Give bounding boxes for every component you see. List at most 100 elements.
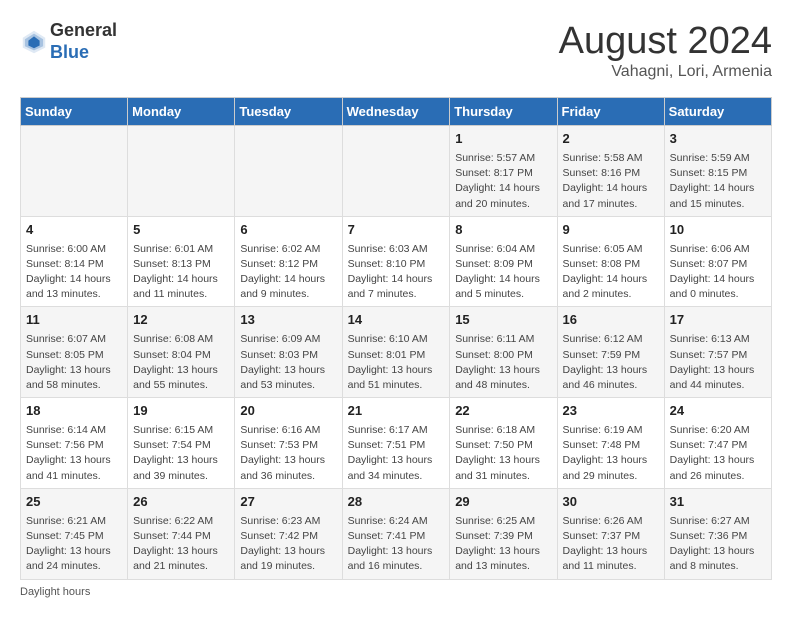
day-info: Sunrise: 6:18 AM Sunset: 7:50 PM Dayligh… — [455, 423, 551, 484]
day-info: Sunrise: 6:15 AM Sunset: 7:54 PM Dayligh… — [133, 423, 229, 484]
calendar-cell: 9 Sunrise: 6:05 AM Sunset: 8:08 PM Daylig… — [557, 216, 664, 307]
day-number: 2 — [563, 130, 659, 149]
calendar-week-row: 4 Sunrise: 6:00 AM Sunset: 8:14 PM Daylig… — [21, 216, 772, 307]
day-info: Sunrise: 6:10 AM Sunset: 8:01 PM Dayligh… — [348, 332, 445, 393]
calendar-day-header: Friday — [557, 98, 664, 126]
day-info: Sunrise: 6:24 AM Sunset: 7:41 PM Dayligh… — [348, 514, 445, 575]
calendar-cell: 21 Sunrise: 6:17 AM Sunset: 7:51 PM Dayli… — [342, 398, 450, 489]
day-info: Sunrise: 5:59 AM Sunset: 8:15 PM Dayligh… — [670, 151, 766, 212]
day-info: Sunrise: 6:00 AM Sunset: 8:14 PM Dayligh… — [26, 242, 122, 303]
day-info: Sunrise: 6:13 AM Sunset: 7:57 PM Dayligh… — [670, 332, 766, 393]
calendar-week-row: 1 Sunrise: 5:57 AM Sunset: 8:17 PM Daylig… — [21, 126, 772, 217]
day-number: 30 — [563, 493, 659, 512]
day-info: Sunrise: 6:02 AM Sunset: 8:12 PM Dayligh… — [240, 242, 336, 303]
calendar-cell: 2 Sunrise: 5:58 AM Sunset: 8:16 PM Daylig… — [557, 126, 664, 217]
calendar-cell — [21, 126, 128, 217]
title-block: August 2024 Vahagni, Lori, Armenia — [559, 20, 772, 81]
day-info: Sunrise: 6:16 AM Sunset: 7:53 PM Dayligh… — [240, 423, 336, 484]
day-info: Sunrise: 6:11 AM Sunset: 8:00 PM Dayligh… — [455, 332, 551, 393]
day-number: 15 — [455, 311, 551, 330]
calendar-cell: 20 Sunrise: 6:16 AM Sunset: 7:53 PM Dayli… — [235, 398, 342, 489]
day-info: Sunrise: 6:06 AM Sunset: 8:07 PM Dayligh… — [670, 242, 766, 303]
day-number: 18 — [26, 402, 122, 421]
day-number: 31 — [670, 493, 766, 512]
day-number: 22 — [455, 402, 551, 421]
calendar-cell: 12 Sunrise: 6:08 AM Sunset: 8:04 PM Dayli… — [128, 307, 235, 398]
day-number: 7 — [348, 221, 445, 240]
day-info: Sunrise: 6:05 AM Sunset: 8:08 PM Dayligh… — [563, 242, 659, 303]
calendar-cell: 23Sunrise: 6:19 AM Sunset: 7:48 PM Dayli… — [557, 398, 664, 489]
logo-text: General Blue — [50, 20, 117, 63]
day-info: Sunrise: 6:04 AM Sunset: 8:09 PM Dayligh… — [455, 242, 551, 303]
calendar-week-row: 25 Sunrise: 6:21 AM Sunset: 7:45 PM Dayli… — [21, 488, 772, 579]
month-year-title: August 2024 — [559, 20, 772, 63]
day-number: 21 — [348, 402, 445, 421]
calendar-cell: 7 Sunrise: 6:03 AM Sunset: 8:10 PM Daylig… — [342, 216, 450, 307]
calendar-cell: 14 Sunrise: 6:10 AM Sunset: 8:01 PM Dayli… — [342, 307, 450, 398]
calendar-cell — [342, 126, 450, 217]
calendar-table: SundayMondayTuesdayWednesdayThursdayFrid… — [20, 97, 772, 580]
logo-icon — [20, 28, 48, 56]
day-number: 27 — [240, 493, 336, 512]
calendar-cell: 19 Sunrise: 6:15 AM Sunset: 7:54 PM Dayli… — [128, 398, 235, 489]
calendar-week-row: 11 Sunrise: 6:07 AM Sunset: 8:05 PM Dayli… — [21, 307, 772, 398]
day-number: 6 — [240, 221, 336, 240]
calendar-week-row: 18 Sunrise: 6:14 AM Sunset: 7:56 PM Dayli… — [21, 398, 772, 489]
day-info: Sunrise: 6:08 AM Sunset: 8:04 PM Dayligh… — [133, 332, 229, 393]
day-number: 10 — [670, 221, 766, 240]
calendar-cell — [235, 126, 342, 217]
day-info: Sunrise: 6:17 AM Sunset: 7:51 PM Dayligh… — [348, 423, 445, 484]
calendar-cell: 25 Sunrise: 6:21 AM Sunset: 7:45 PM Dayli… — [21, 488, 128, 579]
calendar-cell: 1 Sunrise: 5:57 AM Sunset: 8:17 PM Daylig… — [450, 126, 557, 217]
day-info: Sunrise: 6:07 AM Sunset: 8:05 PM Dayligh… — [26, 332, 122, 393]
calendar-day-header: Monday — [128, 98, 235, 126]
day-info: Sunrise: 6:26 AM Sunset: 7:37 PM Dayligh… — [563, 514, 659, 575]
day-number: 1 — [455, 130, 551, 149]
page-header: General Blue August 2024 Vahagni, Lori, … — [20, 20, 772, 81]
day-number: 29 — [455, 493, 551, 512]
day-number: 25 — [26, 493, 122, 512]
calendar-cell: 18 Sunrise: 6:14 AM Sunset: 7:56 PM Dayli… — [21, 398, 128, 489]
day-info: Sunrise: 6:25 AM Sunset: 7:39 PM Dayligh… — [455, 514, 551, 575]
calendar-cell: 11 Sunrise: 6:07 AM Sunset: 8:05 PM Dayli… — [21, 307, 128, 398]
day-number: 16 — [563, 311, 659, 330]
day-info: Sunrise: 6:01 AM Sunset: 8:13 PM Dayligh… — [133, 242, 229, 303]
day-number: 4 — [26, 221, 122, 240]
location-subtitle: Vahagni, Lori, Armenia — [559, 63, 772, 81]
day-number: 5 — [133, 221, 229, 240]
day-info: Sunrise: 6:19 AM Sunset: 7:48 PM Dayligh… — [563, 423, 659, 484]
day-number: 14 — [348, 311, 445, 330]
day-number: 11 — [26, 311, 122, 330]
calendar-cell: 8 Sunrise: 6:04 AM Sunset: 8:09 PM Daylig… — [450, 216, 557, 307]
day-info: Sunrise: 6:20 AM Sunset: 7:47 PM Dayligh… — [670, 423, 766, 484]
calendar-cell: 15 Sunrise: 6:11 AM Sunset: 8:00 PM Dayli… — [450, 307, 557, 398]
calendar-cell: 10 Sunrise: 6:06 AM Sunset: 8:07 PM Dayli… — [664, 216, 771, 307]
calendar-cell: 22 Sunrise: 6:18 AM Sunset: 7:50 PM Dayli… — [450, 398, 557, 489]
day-number: 26 — [133, 493, 229, 512]
day-number: 20 — [240, 402, 336, 421]
day-info: Sunrise: 6:14 AM Sunset: 7:56 PM Dayligh… — [26, 423, 122, 484]
day-info: Sunrise: 6:09 AM Sunset: 8:03 PM Dayligh… — [240, 332, 336, 393]
day-number: 9 — [563, 221, 659, 240]
day-info: Sunrise: 5:57 AM Sunset: 8:17 PM Dayligh… — [455, 151, 551, 212]
day-info: Sunrise: 6:21 AM Sunset: 7:45 PM Dayligh… — [26, 514, 122, 575]
day-number: 28 — [348, 493, 445, 512]
day-info: Sunrise: 6:12 AM Sunset: 7:59 PM Dayligh… — [563, 332, 659, 393]
calendar-day-header: Saturday — [664, 98, 771, 126]
calendar-day-header: Tuesday — [235, 98, 342, 126]
day-info: Sunrise: 6:22 AM Sunset: 7:44 PM Dayligh… — [133, 514, 229, 575]
day-info: Sunrise: 6:23 AM Sunset: 7:42 PM Dayligh… — [240, 514, 336, 575]
day-number: 19 — [133, 402, 229, 421]
day-number: 3 — [670, 130, 766, 149]
calendar-day-header: Thursday — [450, 98, 557, 126]
day-number: 8 — [455, 221, 551, 240]
calendar-cell: 24 Sunrise: 6:20 AM Sunset: 7:47 PM Dayli… — [664, 398, 771, 489]
calendar-cell: 13Sunrise: 6:09 AM Sunset: 8:03 PM Dayli… — [235, 307, 342, 398]
footer-note: Daylight hours — [20, 586, 772, 598]
day-number: 17 — [670, 311, 766, 330]
day-info: Sunrise: 6:03 AM Sunset: 8:10 PM Dayligh… — [348, 242, 445, 303]
day-info: Sunrise: 5:58 AM Sunset: 8:16 PM Dayligh… — [563, 151, 659, 212]
day-number: 12 — [133, 311, 229, 330]
calendar-cell: 29 Sunrise: 6:25 AM Sunset: 7:39 PM Dayli… — [450, 488, 557, 579]
day-number: 24 — [670, 402, 766, 421]
